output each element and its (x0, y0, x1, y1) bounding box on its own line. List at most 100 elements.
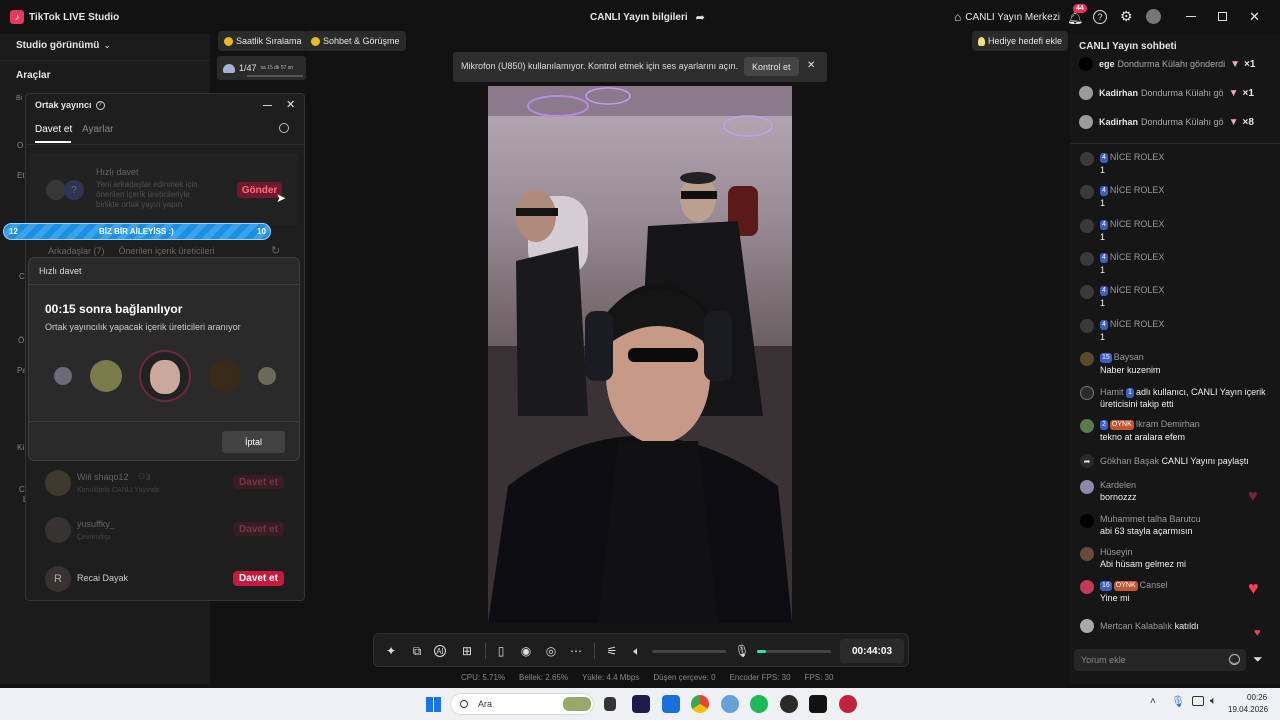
microphone-tray-icon[interactable]: 🎙︎ (1171, 695, 1185, 708)
help-icon[interactable]: ? (95, 100, 105, 110)
chat-call-button[interactable]: Sohbet & Görüşme (305, 31, 406, 51)
list-item[interactable]: Wiil shaqo12 ⚇ 3 Konuklarla CANLI Yayınd… (45, 468, 285, 500)
rank-stat[interactable]: 1/47 sa 15 dk 57 sn (217, 56, 306, 80)
live-timer: 00:44:03 (840, 639, 904, 663)
avatar: ? (64, 180, 84, 200)
divider (29, 284, 299, 285)
chat-message[interactable]: 15 Baysan Naber kuzenim (1080, 352, 1275, 375)
chrome-icon[interactable] (691, 695, 709, 713)
clock-time[interactable]: 00:26 (1247, 693, 1267, 702)
refresh-icon[interactable]: ↻ (271, 244, 280, 257)
avatar (1080, 152, 1094, 166)
studio-view-dropdown[interactable]: Studio görünümü ⌄ (16, 40, 111, 51)
tab-suggested[interactable]: Önerilen içerik üreticileri (119, 246, 215, 256)
chat-message[interactable]: 4 NİCE ROLEX 1 (1080, 152, 1275, 175)
spotify-icon[interactable] (750, 695, 768, 713)
share-icon: ➦ (695, 12, 705, 24)
check-button[interactable]: Kontrol et (744, 57, 799, 76)
invite-button[interactable]: Davet et (233, 571, 284, 586)
add-source-icon[interactable]: ⊞ (459, 643, 475, 659)
speaker-icon[interactable]: 🔈︎ (629, 643, 645, 659)
invite-button[interactable]: Davet et (233, 522, 284, 536)
outlook-icon[interactable] (662, 695, 680, 713)
windows-start-icon[interactable] (426, 697, 441, 712)
chat-message[interactable]: Kardelen bornozzz (1080, 480, 1275, 502)
chat-message[interactable]: Muhammet talha Barutcu abi 63 stayla aça… (1080, 514, 1275, 536)
close-icon[interactable]: ✕ (1249, 9, 1260, 25)
microphone-icon[interactable]: 🎙︎ (734, 643, 750, 659)
gear-icon[interactable]: ⚙ (1120, 8, 1133, 25)
minimize-icon[interactable] (1186, 16, 1196, 17)
speaker-tray-icon[interactable]: 🔈︎ (1210, 695, 1217, 708)
after-effects-icon[interactable] (632, 695, 650, 713)
close-icon[interactable]: ✕ (807, 60, 815, 71)
close-icon[interactable]: ✕ (286, 98, 295, 111)
magic-wand-icon[interactable]: ✦ (383, 643, 399, 659)
list-item[interactable]: R Recai Dayak Davet et (45, 565, 285, 595)
search-icon[interactable] (279, 123, 289, 133)
minimize-icon[interactable] (263, 105, 272, 106)
chat-message[interactable]: Hüseyin Abi hüsam gelmez mi (1080, 547, 1275, 569)
list-item[interactable]: yusuffky_ Çevrimdışı Davet et (45, 515, 285, 547)
profile-avatar[interactable] (1146, 9, 1161, 24)
comment-input[interactable]: Yorum ekle ‿ (1074, 649, 1246, 671)
level-badge: 2 (1100, 419, 1108, 430)
help-icon[interactable]: ? (1093, 10, 1107, 24)
stat-progress (247, 75, 303, 77)
tiktok-app-icon[interactable] (809, 695, 827, 713)
clock-date[interactable]: 19.04.2026 (1228, 705, 1268, 714)
invite-button[interactable]: Davet et (233, 475, 284, 489)
steam-icon[interactable] (780, 695, 798, 713)
record-icon[interactable]: ◉ (518, 643, 534, 659)
divider (485, 643, 486, 659)
chat-message[interactable]: 4 NİCE ROLEX 1 (1080, 185, 1275, 208)
recorder-icon[interactable] (839, 695, 857, 713)
share-message[interactable]: ➦ Gökhan Başak CANLI Yayını paylaştı (1080, 454, 1275, 468)
live-info-button[interactable]: CANLI Yayın bilgileri ➦ (590, 11, 705, 24)
chevron-up-icon[interactable]: ˄ (1150, 696, 1156, 707)
settings-sliders-icon[interactable]: ⚟ (604, 643, 620, 659)
hourly-ranking-button[interactable]: Saatlik Sıralama (218, 31, 308, 51)
quick-invite-desc: Yeni arkadaşlar edinmek için önerilen iç… (96, 180, 198, 209)
phone-icon[interactable]: ▯ (493, 643, 509, 659)
chat-message[interactable]: 16 OYNK Cansel Yine mi (1080, 580, 1275, 603)
tool-label: C (19, 272, 25, 281)
task-view-icon[interactable] (604, 697, 616, 711)
tab-friends[interactable]: Arkadaşlar (7) (48, 246, 105, 256)
tab-invite[interactable]: Davet et (35, 124, 72, 135)
volume-slider[interactable] (652, 650, 726, 653)
avatar (1079, 115, 1093, 129)
chat-message[interactable]: 4 NİCE ROLEX 1 (1080, 319, 1275, 342)
mic-level-slider[interactable] (757, 650, 831, 653)
tool-label: C (19, 485, 25, 494)
join-message[interactable]: Mertcan Kalabalık katıldı (1080, 619, 1275, 633)
chat-message[interactable]: 4 NİCE ROLEX 1 (1080, 219, 1275, 242)
level-badge: 4 (1100, 252, 1108, 263)
more-icon[interactable]: ⋯ (568, 643, 584, 659)
avatar (1080, 185, 1094, 199)
replay-icon[interactable]: ◎ (543, 643, 559, 659)
filter-icon[interactable]: ⏷ (1253, 652, 1263, 667)
chat-message[interactable]: 4 NİCE ROLEX 1 (1080, 252, 1275, 275)
screen-capture-icon[interactable]: ⧉ (409, 643, 425, 659)
chat-message[interactable]: 4 NİCE ROLEX 1 (1080, 285, 1275, 308)
network-icon[interactable] (1192, 696, 1204, 706)
search-icon (460, 700, 468, 708)
team-badge: OYNK (1113, 580, 1138, 591)
emoji-icon[interactable]: ‿ (1229, 654, 1240, 665)
stream-toolbar: ✦ ⧉ AI ⊞ ▯ ◉ ◎ ⋯ ⚟ 🔈︎ 🎙︎ 00:44:03 (373, 633, 909, 667)
live-chat-panel: CANLI Yayın sohbeti ege Dondurma Külahı … (1070, 34, 1280, 684)
notification-button[interactable]: 🔔︎ 44 (1067, 4, 1087, 26)
chat-message[interactable]: 2 OYNK Ikram Demirhan tekno at aralara efe… (1080, 419, 1275, 442)
live-center-button[interactable]: ⌂ CANLI Yayın Merkezi (954, 10, 1060, 24)
avatar (90, 360, 122, 392)
tab-settings[interactable]: Ayarlar (82, 124, 114, 135)
maximize-icon[interactable] (1218, 12, 1227, 21)
avatar (45, 470, 71, 496)
taskbar-search[interactable]: Ara (450, 693, 594, 715)
ai-icon[interactable]: AI (434, 645, 446, 657)
cancel-button[interactable]: İptal (222, 431, 285, 453)
gift-goal-button[interactable]: Hediye hedefi ekle (972, 31, 1069, 51)
follow-message[interactable]: Hamit 1 adlı kullanıcı, CANLI Yayın içeri… (1080, 386, 1275, 410)
settings-app-icon[interactable] (721, 695, 739, 713)
